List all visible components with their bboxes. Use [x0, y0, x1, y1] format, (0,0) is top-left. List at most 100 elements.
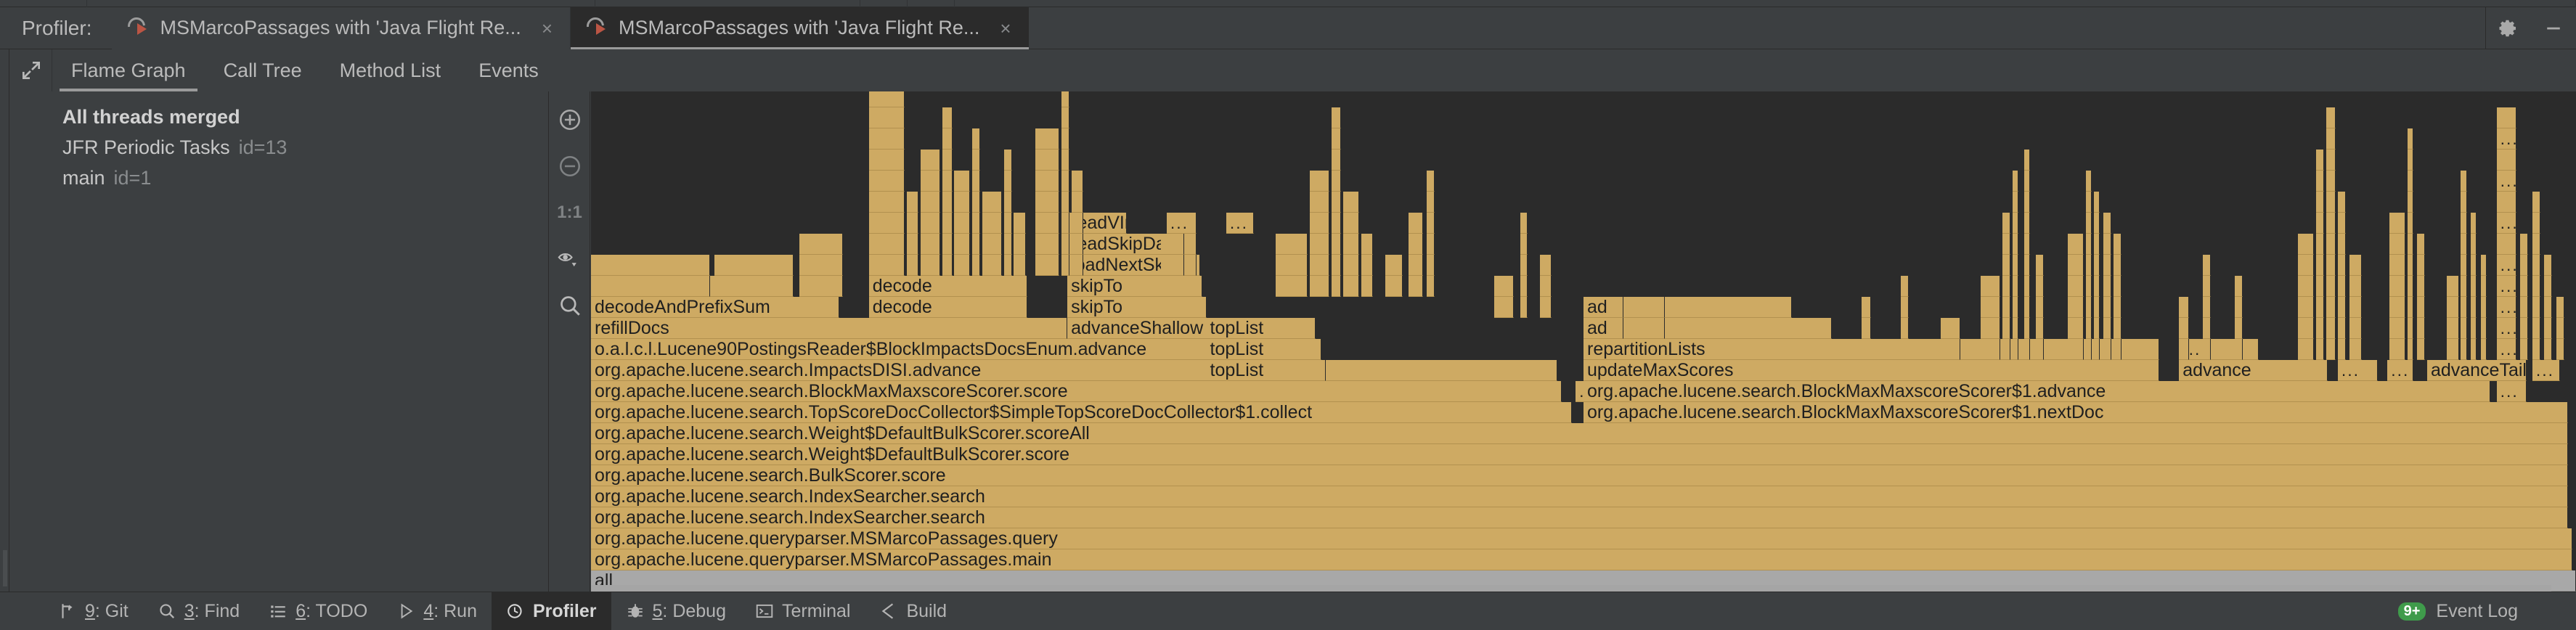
flame-frame[interactable] [1309, 171, 1330, 192]
flame-frame[interactable] [2407, 234, 2413, 255]
flame-frame[interactable] [906, 255, 919, 276]
flame-frame[interactable] [2417, 276, 2426, 297]
flame-frame[interactable] [1035, 192, 1060, 213]
flame-frame[interactable]: org.apache.lucene.search.BlockMaxMaxscor… [1583, 381, 2491, 402]
flame-frame[interactable] [1427, 213, 1435, 234]
flame-frame[interactable] [868, 150, 905, 171]
flame-frame[interactable] [920, 171, 941, 192]
flame-frame[interactable] [2068, 255, 2084, 276]
flame-frame[interactable] [2480, 318, 2487, 339]
flame-frame[interactable] [2093, 318, 2100, 339]
flame-frame[interactable] [2085, 339, 2092, 360]
flame-frame[interactable] [1331, 107, 1342, 128]
flame-frame[interactable] [920, 255, 941, 276]
flame-frame[interactable]: refillDocs [591, 318, 1068, 339]
flame-frame[interactable] [2085, 276, 2092, 297]
flame-frame[interactable] [1061, 192, 1069, 213]
flame-frame[interactable] [2471, 339, 2477, 360]
flame-graph-canvas[interactable]: all org.apache.lucene.queryparser.MSMarco… [591, 91, 2576, 592]
flame-frame[interactable] [2407, 318, 2413, 339]
flame-frame[interactable] [2002, 318, 2010, 339]
flame-frame[interactable] [1343, 234, 1360, 255]
flame-frame[interactable]: skipTo [1067, 276, 1203, 297]
flame-frame[interactable]: decodeAndPrefixSum [591, 297, 839, 318]
flame-frame[interactable] [982, 255, 1002, 276]
flame-frame[interactable] [942, 234, 953, 255]
flame-frame[interactable]: ... [2496, 318, 2516, 339]
flame-frame[interactable] [2447, 339, 2459, 360]
left-rail-handle[interactable] [3, 550, 7, 586]
flame-frame[interactable] [2337, 255, 2346, 276]
flame-frame[interactable] [2337, 213, 2346, 234]
flame-frame[interactable]: ... [2496, 276, 2516, 297]
flame-frame[interactable] [868, 192, 905, 213]
flame-frame[interactable] [2068, 297, 2084, 318]
thread-item-all-merged[interactable]: All threads merged [62, 102, 548, 132]
flame-frame[interactable] [1309, 255, 1330, 276]
flame-frame[interactable] [1520, 297, 1528, 318]
flame-frame[interactable] [2337, 192, 2346, 213]
flame-frame[interactable] [2532, 192, 2540, 213]
flame-frame[interactable] [1003, 192, 1012, 213]
flame-frame[interactable] [1361, 255, 1374, 276]
flame-frame[interactable] [1901, 276, 1909, 297]
flame-frame[interactable] [2085, 192, 2092, 213]
flame-frame[interactable] [2085, 318, 2092, 339]
flame-frame[interactable] [2556, 297, 2564, 318]
flame-frame[interactable] [2234, 339, 2243, 360]
flame-frame[interactable]: advance [2179, 360, 2328, 381]
flame-frame[interactable] [799, 234, 844, 255]
flame-frame[interactable] [1427, 171, 1435, 192]
flame-frame[interactable] [2389, 276, 2405, 297]
flame-frame[interactable] [1901, 318, 1909, 339]
flame-frame[interactable] [1035, 255, 1060, 276]
flame-frame[interactable] [2012, 192, 2018, 213]
flame-frame[interactable] [2315, 192, 2324, 213]
flame-frame[interactable] [2113, 339, 2121, 360]
flame-frame[interactable] [954, 234, 971, 255]
flame-frame[interactable] [1186, 234, 1197, 255]
flame-frame[interactable] [2103, 255, 2112, 276]
flame-frame[interactable] [2298, 318, 2315, 339]
flame-frame[interactable] [868, 171, 905, 192]
flame-frame[interactable] [954, 213, 971, 234]
flame-frame[interactable] [1061, 150, 1069, 171]
flame-frame[interactable] [868, 213, 905, 234]
flame-frame[interactable] [942, 171, 953, 192]
flame-frame[interactable] [1331, 192, 1342, 213]
flame-frame[interactable] [2012, 297, 2018, 318]
flame-frame[interactable] [2461, 213, 2467, 234]
flame-frame[interactable] [2036, 255, 2045, 276]
actual-size-button[interactable]: 1:1 [553, 196, 587, 229]
flame-frame[interactable] [1385, 276, 1403, 297]
flame-frame[interactable] [1003, 213, 1012, 234]
flame-frame[interactable] [2337, 339, 2346, 360]
flame-frame[interactable] [942, 107, 953, 128]
tab-events[interactable]: Events [460, 49, 558, 91]
flame-frame[interactable] [906, 213, 919, 234]
flame-frame[interactable] [1652, 297, 1666, 318]
flame-frame[interactable] [714, 276, 794, 297]
flame-frame[interactable] [1941, 318, 1961, 339]
flame-frame[interactable] [2179, 318, 2189, 339]
flame-frame[interactable] [1035, 150, 1060, 171]
flame-frame[interactable] [868, 234, 905, 255]
flame-frame[interactable] [591, 276, 711, 297]
flame-frame[interactable] [954, 192, 971, 213]
flame-frame[interactable] [2337, 234, 2346, 255]
flame-frame[interactable] [2315, 213, 2324, 234]
flame-frame[interactable] [1061, 128, 1069, 150]
flame-frame[interactable] [2520, 255, 2529, 276]
flame-frame[interactable] [1003, 234, 1012, 255]
profiler-tab-2[interactable]: MSMarcoPassages with 'Java Flight Re... … [571, 7, 1029, 49]
flame-frame[interactable] [2556, 339, 2564, 360]
flame-frame[interactable] [2012, 339, 2018, 360]
flame-frame[interactable] [982, 234, 1002, 255]
flame-frame[interactable] [1343, 276, 1360, 297]
flame-frame[interactable] [1980, 318, 2001, 339]
flame-frame[interactable] [1409, 213, 1423, 234]
tab-call-tree[interactable]: Call Tree [205, 49, 321, 91]
flame-frame[interactable]: ... [2496, 128, 2516, 150]
flame-frame[interactable] [2496, 192, 2516, 213]
status-item-terminal[interactable]: Terminal [741, 592, 865, 630]
